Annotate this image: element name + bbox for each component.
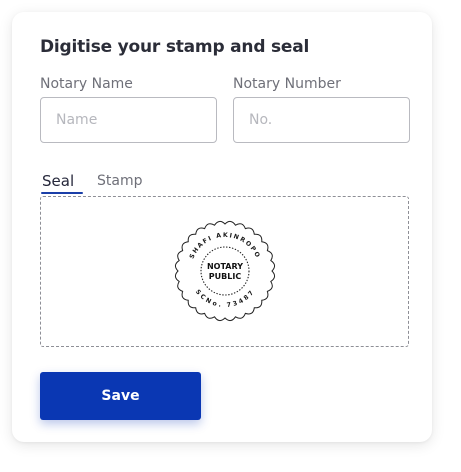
notary-seal-image: SHAFI AKINROPO SCNo. 73487 NOTARY PUBLIC bbox=[173, 219, 277, 323]
tab-stamp[interactable]: Stamp bbox=[97, 173, 142, 189]
notary-number-label: Notary Number bbox=[233, 76, 341, 92]
save-button[interactable]: Save bbox=[40, 372, 201, 420]
notary-number-input[interactable] bbox=[233, 97, 410, 143]
seal-center-line1: NOTARY bbox=[207, 262, 243, 271]
seal-center-line2: PUBLIC bbox=[209, 272, 242, 281]
active-tab-indicator bbox=[41, 192, 83, 194]
tab-seal[interactable]: Seal bbox=[42, 172, 74, 190]
notary-name-input[interactable] bbox=[40, 97, 217, 143]
page-title: Digitise your stamp and seal bbox=[40, 37, 310, 57]
notary-name-label: Notary Name bbox=[40, 76, 133, 92]
